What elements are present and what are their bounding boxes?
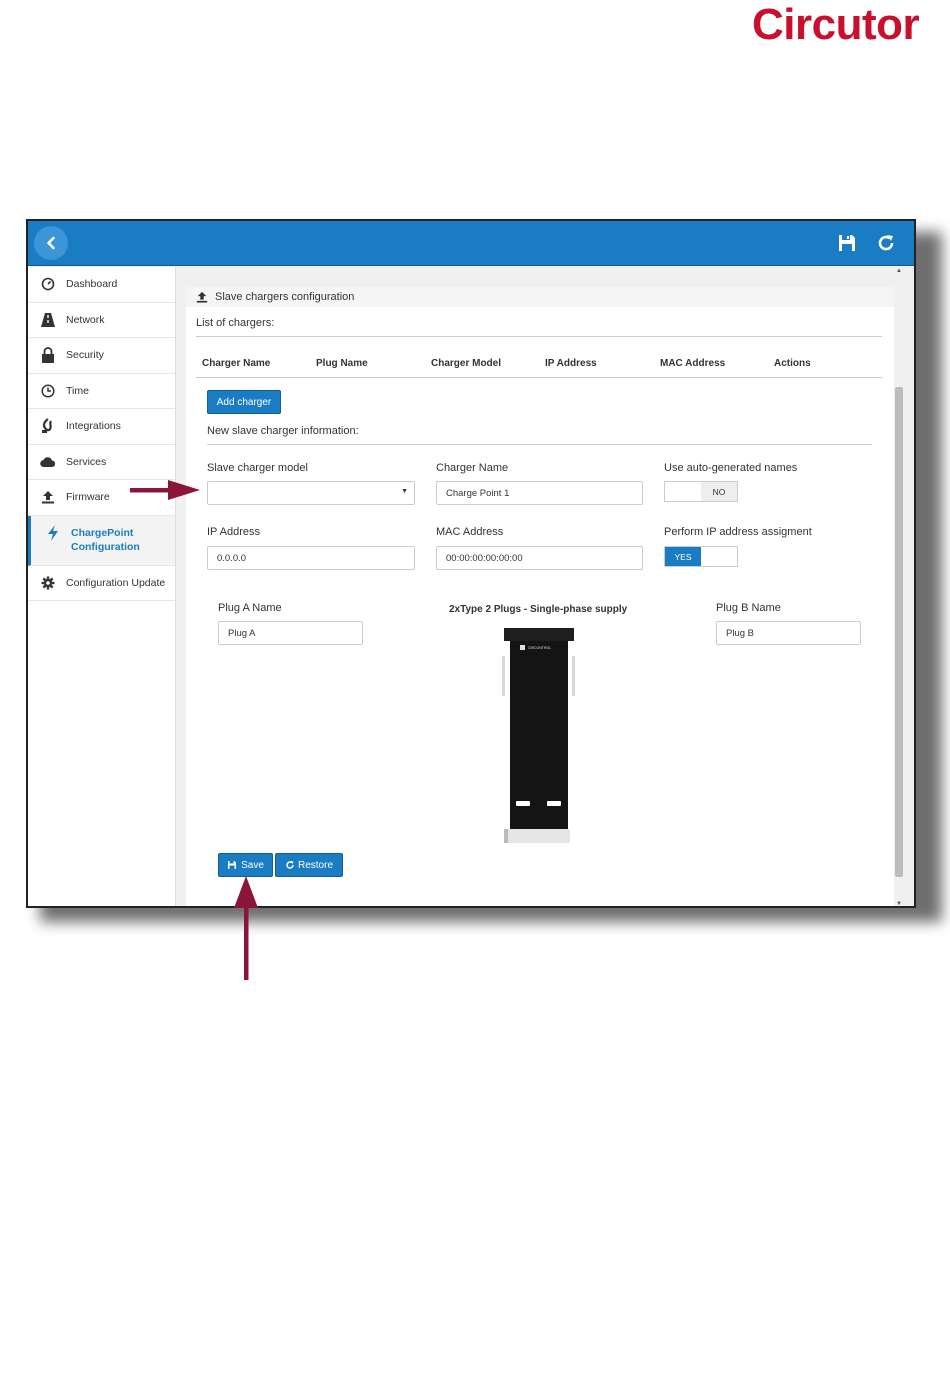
upload-icon	[40, 489, 56, 505]
road-icon	[40, 312, 56, 328]
scrollbar-thumb[interactable]	[895, 387, 903, 877]
th-actions: Actions	[774, 358, 811, 369]
device-caption: 2xType 2 Plugs - Single-phase supply	[449, 604, 628, 615]
th-charger-model: Charger Model	[431, 358, 502, 369]
charger-name-label: Charger Name	[436, 462, 509, 474]
plug-b-input[interactable]: Plug B	[716, 621, 861, 645]
auto-names-toggle[interactable]: NO	[664, 481, 738, 502]
ip-assign-label: Perform IP address assigment	[664, 526, 812, 538]
sidebar-item-services[interactable]: Services	[28, 445, 175, 480]
upload-icon	[196, 291, 208, 303]
mac-label: MAC Address	[436, 526, 504, 538]
scroll-down-icon[interactable]: ▼	[896, 901, 902, 906]
plug-a-label: Plug A Name	[218, 602, 282, 614]
divider	[196, 377, 882, 378]
lock-icon	[40, 347, 56, 364]
sidebar-item-label: Network	[66, 313, 105, 326]
slave-charger-model-select[interactable]: ▼	[207, 481, 415, 505]
ip-assign-toggle[interactable]: YES	[664, 546, 738, 567]
toggle-no-label: NO	[701, 482, 737, 501]
th-mac-address: MAC Address	[660, 358, 726, 369]
panel-header: Slave chargers configuration	[186, 287, 894, 307]
sidebar-item-dashboard[interactable]: Dashboard	[28, 267, 175, 303]
sidebar-item-chargepoint-configuration[interactable]: ChargePoint Configuration	[28, 515, 175, 566]
charger-name-input[interactable]: Charge Point 1	[436, 481, 643, 505]
plug-b-label: Plug B Name	[716, 602, 781, 614]
slave-chargers-panel: Slave chargers configuration List of cha…	[186, 287, 894, 906]
sidebar-item-label: Configuration Update	[66, 576, 166, 589]
scroll-up-icon[interactable]: ▲	[896, 268, 902, 274]
chevron-left-icon	[47, 236, 55, 250]
scrollbar[interactable]: ▲ ▼	[894, 267, 904, 906]
sidebar: Dashboard Network Security Time Integrat…	[28, 267, 176, 906]
refresh-icon	[286, 861, 294, 869]
app-window: Dashboard Network Security Time Integrat…	[26, 219, 916, 908]
save-button-label: Save	[241, 859, 264, 871]
new-section-label: New slave charger information:	[207, 425, 359, 437]
floppy-disk-icon	[228, 861, 237, 869]
refresh-icon	[878, 235, 894, 251]
cloud-icon	[40, 454, 56, 470]
model-label: Slave charger model	[207, 462, 308, 474]
save-toolbar-button[interactable]	[837, 233, 857, 253]
integrations-icon	[40, 418, 56, 434]
sidebar-item-label: Time	[66, 384, 89, 397]
toggle-yes-label: YES	[665, 547, 701, 566]
sidebar-item-time[interactable]: Time	[28, 374, 175, 409]
sidebar-item-label: Integrations	[66, 420, 121, 433]
restore-button-label: Restore	[297, 859, 333, 871]
top-bar	[28, 221, 914, 266]
clock-icon	[40, 383, 56, 399]
sidebar-item-label: Services	[66, 455, 107, 468]
gear-icon	[40, 575, 56, 591]
sidebar-item-label: Dashboard	[66, 278, 118, 291]
back-button[interactable]	[34, 226, 68, 260]
plug-a-input[interactable]: Plug A	[218, 621, 363, 645]
refresh-toolbar-button[interactable]	[876, 233, 896, 253]
mac-address-input[interactable]: 00:00:00:00:00:00	[436, 546, 643, 570]
auto-names-label: Use auto-generated names	[664, 462, 798, 474]
sidebar-item-label: ChargePoint Configuration	[71, 527, 140, 553]
sidebar-item-security[interactable]: Security	[28, 338, 175, 374]
list-label: List of chargers:	[196, 317, 275, 329]
sidebar-item-configuration-update[interactable]: Configuration Update	[28, 566, 175, 601]
chevron-down-icon: ▼	[401, 488, 408, 495]
divider	[207, 444, 872, 445]
circutor-logo: Circutor	[752, 0, 920, 49]
ip-label: IP Address	[207, 526, 260, 538]
bolt-icon	[45, 524, 61, 541]
sidebar-item-integrations[interactable]: Integrations	[28, 409, 175, 445]
device-brand-text: CIRCONTROL	[528, 646, 551, 650]
restore-button[interactable]: Restore	[275, 853, 343, 877]
th-ip-address: IP Address	[545, 358, 597, 369]
floppy-disk-icon	[839, 235, 855, 251]
add-charger-button[interactable]: Add charger	[207, 390, 281, 414]
sidebar-item-label: Firmware	[66, 491, 110, 504]
main-content: Slave chargers configuration List of cha…	[178, 267, 904, 906]
charger-device-image: CIRCONTROL	[502, 628, 575, 843]
sidebar-item-network[interactable]: Network	[28, 303, 175, 338]
th-plug-name: Plug Name	[316, 358, 368, 369]
panel-title: Slave chargers configuration	[215, 291, 355, 303]
arrow-pointing-up-icon	[234, 876, 258, 980]
save-button[interactable]: Save	[218, 853, 273, 877]
ip-address-input[interactable]: 0.0.0.0	[207, 546, 415, 570]
speedometer-icon	[40, 276, 56, 292]
th-charger-name: Charger Name	[202, 358, 271, 369]
divider	[196, 336, 882, 337]
arrow-pointing-right-icon	[130, 480, 200, 500]
sidebar-item-label: Security	[66, 349, 104, 362]
